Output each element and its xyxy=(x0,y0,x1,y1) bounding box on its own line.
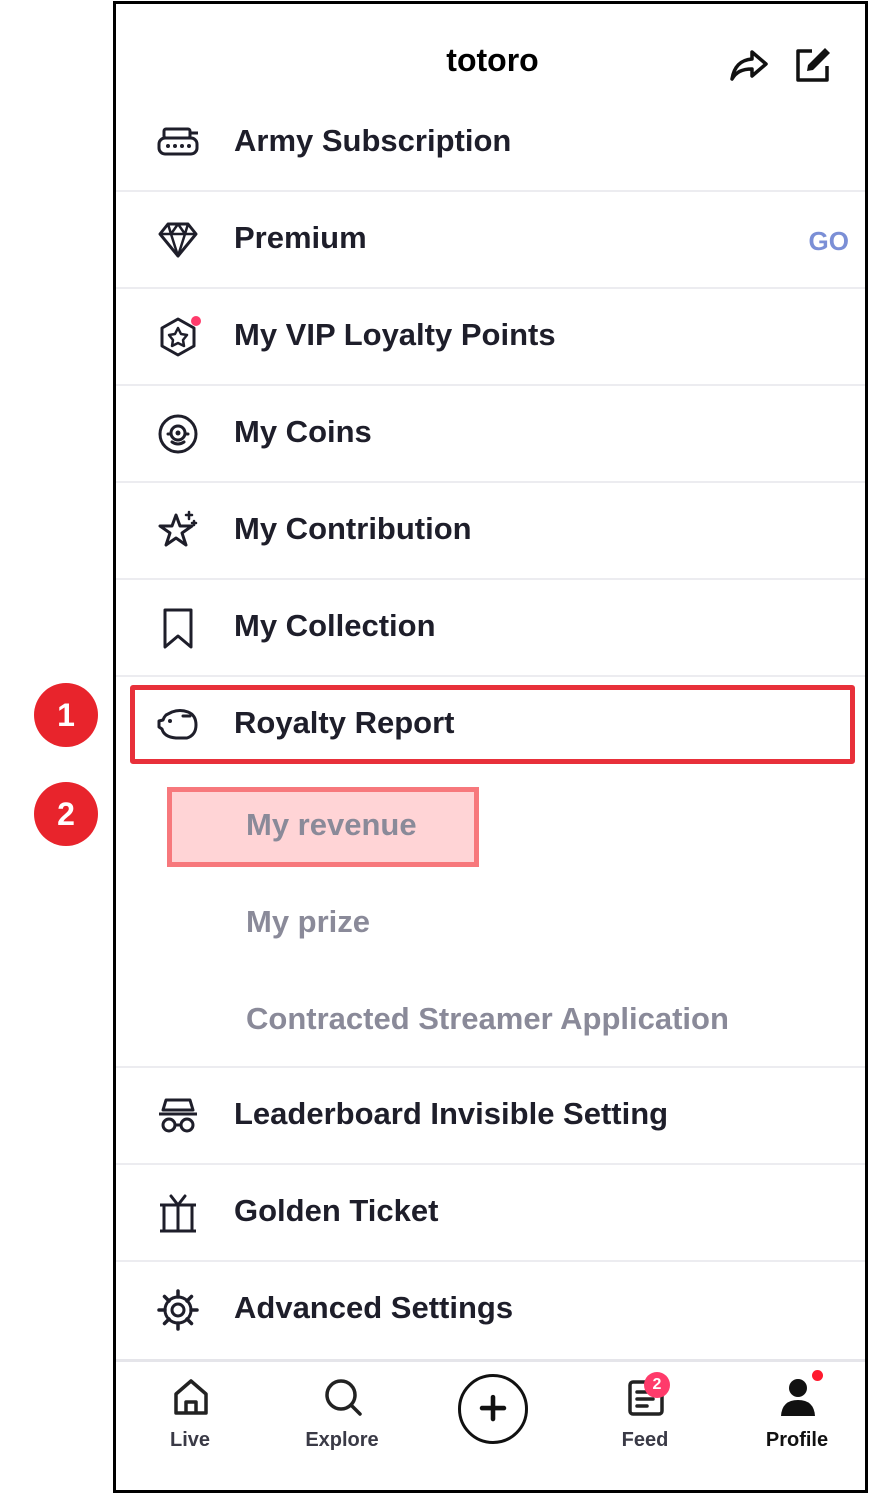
submenu-item-my-prize[interactable]: My prize xyxy=(246,904,370,940)
menu-item-label: Advanced Settings xyxy=(234,1290,514,1325)
go-link[interactable]: GO xyxy=(809,226,849,257)
menu-item-label: My Contribution xyxy=(234,511,472,546)
menu-item-label: My VIP Loyalty Points xyxy=(234,317,556,352)
bottom-tab-bar: Live Explore Feed 2 Profile xyxy=(116,1359,865,1490)
menu-item-premium[interactable]: Premium GO xyxy=(116,192,865,289)
tab-label: Explore xyxy=(305,1429,379,1451)
tab-live[interactable]: Live xyxy=(130,1362,250,1482)
share-icon[interactable] xyxy=(728,44,770,86)
army-icon xyxy=(156,121,200,165)
menu-item-my-collection[interactable]: My Collection xyxy=(116,580,865,677)
menu-item-my-contribution[interactable]: My Contribution xyxy=(116,483,865,580)
highlight-royalty-report xyxy=(130,685,855,764)
tab-profile[interactable]: Profile xyxy=(737,1362,857,1482)
menu-item-vip-loyalty-points[interactable]: My VIP Loyalty Points xyxy=(116,289,865,386)
menu-item-label: My Coins xyxy=(234,414,372,449)
diamond-icon xyxy=(156,218,200,262)
notification-dot xyxy=(191,316,201,326)
gear-icon xyxy=(156,1288,200,1332)
menu-item-army-subscription[interactable]: Army Subscription xyxy=(116,95,865,192)
menu-item-label: Premium xyxy=(234,220,367,255)
menu-item-golden-ticket[interactable]: Golden Ticket xyxy=(116,1165,865,1262)
incognito-icon xyxy=(156,1094,200,1138)
feed-badge: 2 xyxy=(644,1372,670,1398)
menu-item-label: My Collection xyxy=(234,608,436,643)
menu-item-label: Golden Ticket xyxy=(234,1193,439,1228)
menu-item-label: Army Subscription xyxy=(234,123,512,158)
menu-item-advanced-settings[interactable]: Advanced Settings xyxy=(116,1262,865,1359)
submenu-divider xyxy=(116,971,865,1068)
plus-icon[interactable] xyxy=(458,1374,528,1444)
profile-icon xyxy=(777,1376,819,1418)
coin-icon xyxy=(156,412,200,456)
edit-icon[interactable] xyxy=(792,44,834,86)
menu-item-leaderboard-invisible[interactable]: Leaderboard Invisible Setting xyxy=(116,1068,865,1165)
phone-screen: totoro Army Subscription Premium GO My V… xyxy=(113,1,868,1493)
tab-label: Profile xyxy=(765,1429,829,1451)
menu-item-label: Leaderboard Invisible Setting xyxy=(234,1096,669,1131)
menu-item-my-coins[interactable]: My Coins xyxy=(116,386,865,483)
tab-label: Live xyxy=(169,1429,211,1451)
tab-explore[interactable]: Explore xyxy=(282,1362,402,1482)
submenu-item-my-revenue[interactable]: My revenue xyxy=(246,807,417,843)
star-sparkle-icon xyxy=(156,509,200,553)
gift-icon xyxy=(156,1191,200,1235)
tab-label: Feed xyxy=(621,1429,669,1451)
bookmark-icon xyxy=(156,606,200,650)
annotation-badge-1: 1 xyxy=(34,683,98,747)
notification-dot xyxy=(812,1370,823,1381)
annotation-badge-2: 2 xyxy=(34,782,98,846)
search-icon xyxy=(322,1376,364,1418)
home-icon xyxy=(170,1376,212,1418)
